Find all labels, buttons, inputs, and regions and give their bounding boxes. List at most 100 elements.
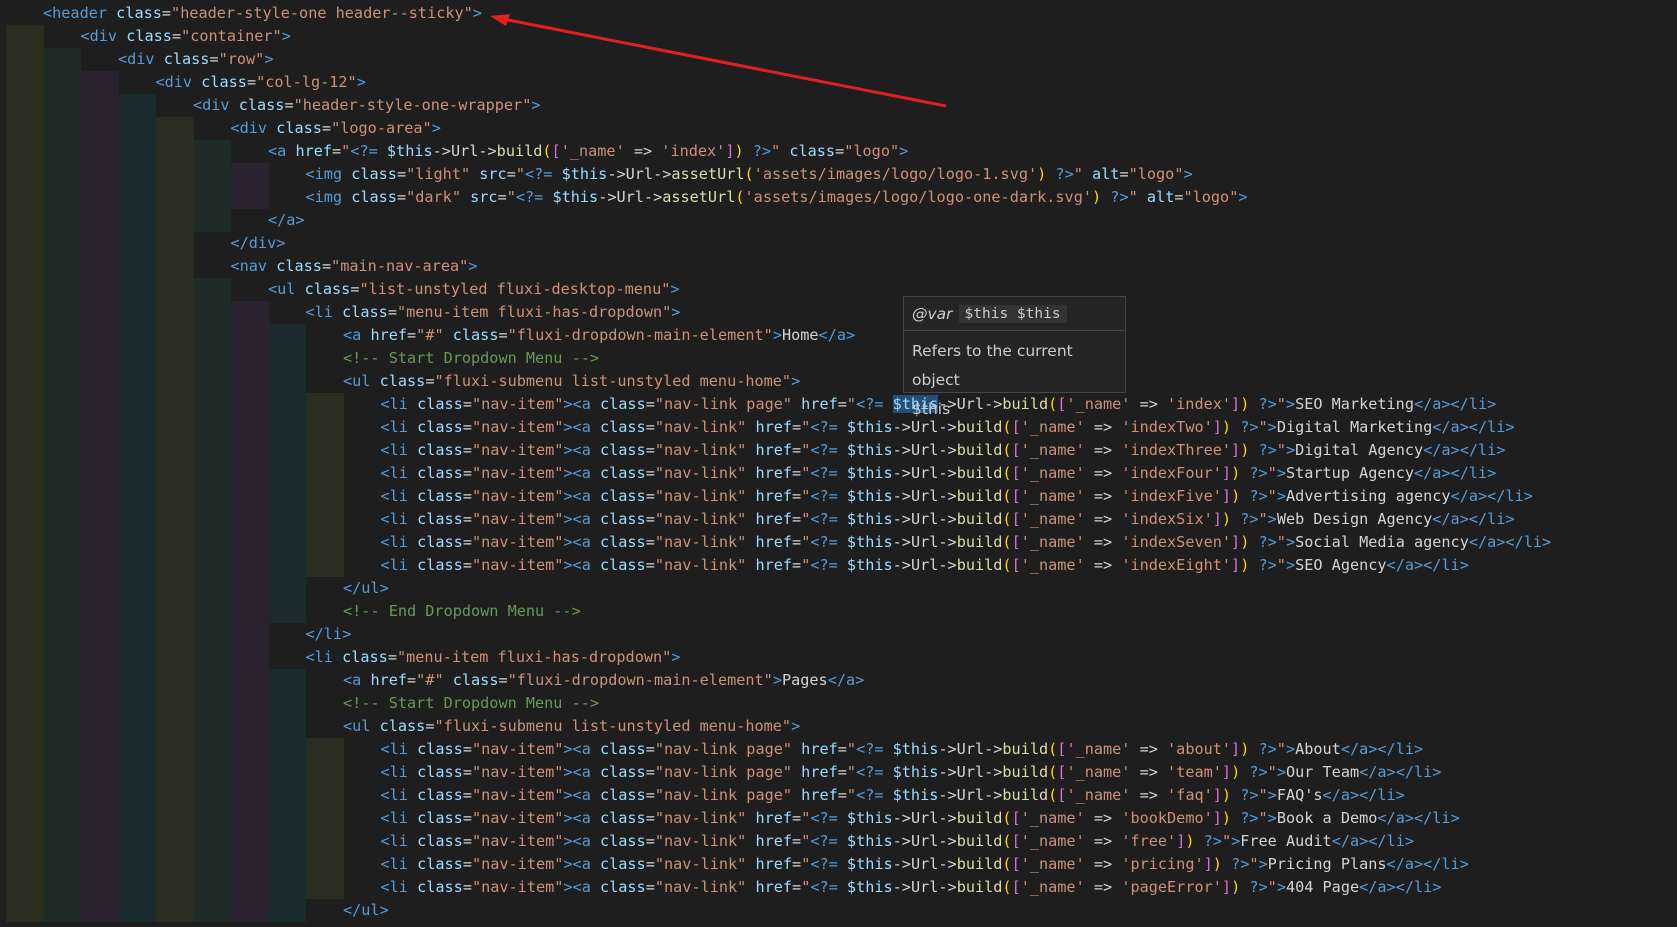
indent-guide-band [268, 347, 306, 370]
indent-guide-band [81, 807, 119, 830]
code-token: -> [643, 188, 663, 206]
code-token: = [792, 832, 802, 850]
code-token: = [462, 878, 472, 896]
code-token: class [267, 119, 322, 137]
indent-guide-band [118, 347, 156, 370]
code-line-text: <li class="nav-item"><a class="nav-link"… [381, 554, 1469, 577]
indent-guide-band [6, 416, 44, 439]
code-token: build [1002, 786, 1049, 804]
indent-guide-band [193, 554, 231, 577]
code-token: = [462, 763, 472, 781]
indent-guide-band [231, 692, 269, 715]
indent-guide-band [306, 761, 344, 784]
code-line-text: <div class="container"> [81, 25, 291, 48]
code-line-text: <header class="header-style-one header--… [43, 2, 482, 25]
code-token: <a [343, 326, 362, 344]
indent-guide-band [6, 255, 44, 278]
code-token: ) [1037, 165, 1047, 183]
code-line-text: </ul> [343, 577, 389, 600]
indent-guide-band [193, 485, 231, 508]
indent-guide-band [43, 669, 81, 692]
indent-guide-band [81, 692, 119, 715]
indent-guide-band [231, 669, 269, 692]
indent-guide-band [193, 623, 231, 646]
code-token: [ [1011, 855, 1021, 873]
code-token: $this [837, 832, 893, 850]
code-token: class [590, 464, 646, 482]
indent-guide-band [156, 853, 194, 876]
code-token: => [1084, 533, 1122, 551]
code-token: <li [380, 855, 408, 873]
code-token: "main-nav-area" [331, 257, 469, 275]
code-token: <?= [856, 740, 884, 758]
indent-guide-band [81, 508, 119, 531]
code-token: = [645, 809, 655, 827]
code-token: => [1084, 556, 1122, 574]
indent-guide-band [306, 393, 344, 416]
code-token: = [645, 395, 655, 413]
code-token: Url [956, 786, 985, 804]
code-line: <a href="#" class="fluxi-dropdown-main-e… [0, 324, 1677, 347]
indent-guide-band [43, 646, 81, 669]
code-token: Pricing Plans [1267, 855, 1387, 873]
code-token: " [506, 188, 516, 206]
code-token: "nav-item" [471, 786, 564, 804]
code-line: <div class="container"> [0, 25, 1677, 48]
code-line-text: <li class="nav-item"><a class="nav-link"… [381, 531, 1552, 554]
indent-guide-band [268, 669, 306, 692]
code-token: " [1276, 395, 1286, 413]
code-token: = [1119, 165, 1129, 183]
code-line-text: <!-- End Dropdown Menu --> [343, 600, 581, 623]
indent-guide-band [156, 830, 194, 853]
code-line: <li class="menu-item fluxi-has-dropdown"… [0, 646, 1677, 669]
indent-guide-band [81, 623, 119, 646]
code-editor[interactable]: <header class="header-style-one header--… [0, 0, 1677, 927]
hover-signature: @var $this $this [904, 297, 1125, 331]
indent-guide-band [81, 600, 119, 623]
indent-guide-band [193, 761, 231, 784]
indent-guide-band [118, 439, 156, 462]
code-token: [ [1011, 441, 1021, 459]
indent-guide-band [6, 623, 44, 646]
indent-guide-band [43, 163, 81, 186]
code-token: ] [1212, 510, 1222, 528]
indent-guide-band [81, 554, 119, 577]
indent-guide-band [156, 209, 194, 232]
indent-guide-band [268, 554, 306, 577]
code-token: class [267, 257, 322, 275]
code-line: <li class="nav-item"><a class="nav-link"… [0, 485, 1677, 508]
code-token: '_name' [1020, 510, 1085, 528]
indent-guide-band [268, 761, 306, 784]
code-token: " [846, 395, 857, 413]
indent-guide-band [118, 462, 156, 485]
code-token: [ [1011, 510, 1021, 528]
indent-guide-band [43, 393, 81, 416]
code-token: $this [883, 763, 939, 781]
indent-guide-band [156, 738, 194, 761]
indent-guide-band [156, 255, 194, 278]
code-token: <?= [856, 763, 884, 781]
indent-guide-band [118, 669, 156, 692]
code-token: Url [910, 556, 939, 574]
code-token: About [1295, 740, 1341, 758]
code-token: "nav-item" [471, 832, 564, 850]
code-token: class [590, 832, 646, 850]
indent-guide-band [81, 784, 119, 807]
code-line: </a> [0, 209, 1677, 232]
code-token: <?= [515, 188, 544, 206]
code-token: Book a Demo [1276, 809, 1378, 827]
indent-guide-band [81, 209, 119, 232]
indent-guide-band [6, 761, 44, 784]
indent-guide-band [43, 301, 81, 324]
code-token: "nav-item" [471, 487, 564, 505]
code-token: ) [1231, 464, 1241, 482]
code-token: <li [380, 418, 408, 436]
indent-guide-band [231, 370, 269, 393]
code-token: <?= [350, 142, 378, 160]
code-token: </ul> [343, 901, 389, 919]
code-token: = [462, 441, 472, 459]
indent-guide-band [118, 715, 156, 738]
indent-guide-band [156, 163, 194, 186]
indent-guide-band [6, 853, 44, 876]
code-token: > [1285, 441, 1296, 459]
